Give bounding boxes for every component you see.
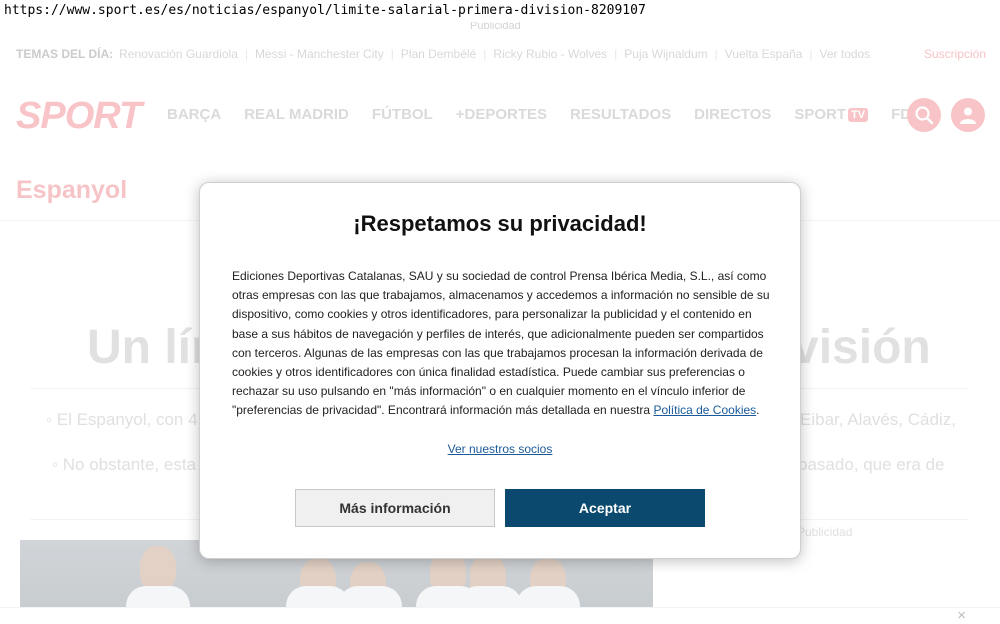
cookies-policy-link[interactable]: Política de Cookies: [653, 403, 756, 417]
dialog-body: Ediciones Deportivas Catalanas, SAU y su…: [232, 269, 770, 418]
more-info-button[interactable]: Más información: [295, 489, 495, 527]
accept-button[interactable]: Aceptar: [505, 489, 705, 527]
url-bar[interactable]: https://www.sport.es/es/noticias/espanyo…: [0, 0, 1000, 22]
partners-link[interactable]: Ver nuestros socios: [200, 442, 800, 456]
cookie-consent-dialog: ¡Respetamos su privacidad! Ediciones Dep…: [199, 182, 801, 559]
dialog-title: ¡Respetamos su privacidad!: [353, 211, 647, 236]
